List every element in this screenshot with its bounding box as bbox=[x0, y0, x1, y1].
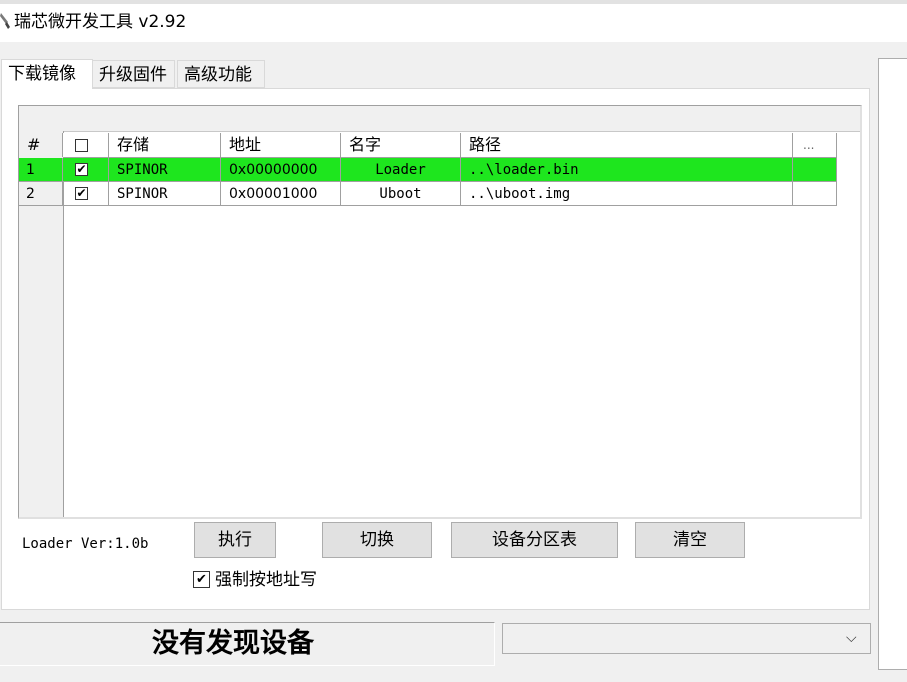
tab-download-image[interactable]: 下载镜像 bbox=[1, 59, 93, 89]
tab-advanced-functions[interactable]: 高级功能 bbox=[177, 60, 265, 88]
chevron-down-icon[interactable]: ⌵ bbox=[846, 627, 857, 649]
row-check-cell[interactable]: ✔ bbox=[63, 158, 109, 182]
loader-version-label: Loader Ver:1.0b bbox=[22, 536, 149, 552]
switch-button[interactable]: 切换 bbox=[322, 522, 432, 558]
title-bar-border bbox=[0, 0, 907, 4]
device-status-text: 没有发现设备 bbox=[152, 628, 314, 659]
image-table: # 存储 地址 名字 路径 ... 1 ✔ SPINOR 0x00000000 … bbox=[18, 105, 862, 519]
row-name[interactable]: Loader bbox=[341, 158, 461, 182]
column-header-index: # bbox=[19, 133, 63, 157]
row-address[interactable]: 0x00001000 bbox=[221, 182, 341, 206]
row-browse-cell[interactable] bbox=[793, 158, 837, 182]
row-name[interactable]: Uboot bbox=[341, 182, 461, 206]
row-browse-cell[interactable] bbox=[793, 182, 837, 206]
column-header-path[interactable]: 路径 bbox=[461, 133, 793, 157]
column-header-address[interactable]: 地址 bbox=[221, 133, 341, 157]
column-header-storage[interactable]: 存储 bbox=[109, 133, 221, 157]
row-number: 2 bbox=[19, 182, 63, 206]
row-storage[interactable]: SPINOR bbox=[109, 158, 221, 182]
row-check-cell[interactable]: ✔ bbox=[63, 182, 109, 206]
tab-upgrade-firmware[interactable]: 升级固件 bbox=[93, 60, 175, 88]
select-all-checkbox[interactable] bbox=[75, 139, 88, 152]
row-path[interactable]: ..\uboot.img bbox=[461, 182, 793, 206]
table-top-banner bbox=[19, 106, 860, 132]
row-path[interactable]: ..\loader.bin bbox=[461, 158, 793, 182]
window-title: 瑞芯微开发工具 v2.92 bbox=[14, 12, 187, 32]
table-row[interactable]: 1 ✔ SPINOR 0x00000000 Loader ..\loader.b… bbox=[19, 158, 837, 182]
row-number: 1 bbox=[19, 158, 63, 182]
app-icon bbox=[0, 13, 10, 29]
column-header-name[interactable]: 名字 bbox=[341, 133, 461, 157]
table-row[interactable]: 2 ✔ SPINOR 0x00001000 Uboot ..\uboot.img bbox=[19, 182, 837, 206]
row-checkbox[interactable]: ✔ bbox=[75, 163, 88, 176]
execute-button[interactable]: 执行 bbox=[194, 522, 276, 558]
row-checkbox[interactable]: ✔ bbox=[75, 187, 88, 200]
column-header-more[interactable]: ... bbox=[793, 133, 837, 157]
force-address-write-label[interactable]: 强制按地址写 bbox=[215, 568, 317, 592]
row-address[interactable]: 0x00000000 bbox=[221, 158, 341, 182]
column-header-check[interactable] bbox=[63, 133, 109, 157]
device-select[interactable] bbox=[502, 623, 871, 654]
partition-table-button[interactable]: 设备分区表 bbox=[451, 522, 618, 558]
row-storage[interactable]: SPINOR bbox=[109, 182, 221, 206]
side-log-panel bbox=[878, 58, 907, 670]
clear-button[interactable]: 清空 bbox=[635, 522, 745, 558]
force-address-write-checkbox[interactable]: ✔ bbox=[193, 571, 210, 588]
